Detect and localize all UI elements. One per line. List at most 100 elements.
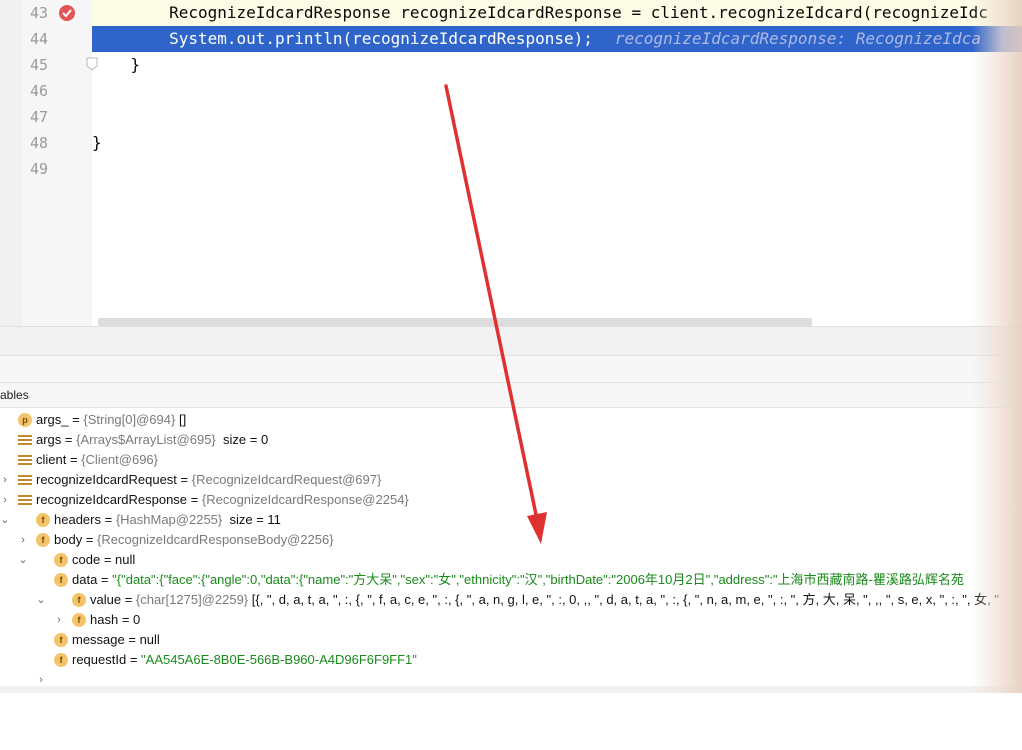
field-icon: f [72, 593, 86, 607]
var-value: null [139, 632, 160, 647]
var-name: client [36, 452, 67, 467]
tree-row-body[interactable]: ⌄ f body = {RecognizeIdcardResponseBody@… [0, 530, 333, 566]
var-name: args [36, 432, 62, 447]
horizontal-scrollbar[interactable] [98, 318, 812, 326]
variables-panel-title: ables [0, 388, 29, 402]
var-name: body [54, 532, 83, 547]
var-type: {Client@696} [81, 452, 158, 467]
tree-row-recognizeIdcardResponse[interactable]: ⌄ recognizeIdcardResponse = {RecognizeId… [0, 490, 408, 526]
var-equals: = [126, 652, 142, 667]
var-type: {RecognizeIdcardResponseBody@2256} [97, 532, 334, 547]
tree-row-message[interactable]: f message = null [0, 630, 160, 650]
code-line[interactable] [92, 78, 1022, 104]
chevron-down-icon[interactable]: ⌄ [18, 550, 28, 570]
code-text: } [92, 133, 102, 152]
line-number: 48 [29, 134, 48, 152]
var-name: recognizeIdcardRequest [36, 472, 177, 487]
var-equals: = [176, 472, 192, 487]
tree-row-args_[interactable]: p args_ = {String[0]@694} [] [0, 410, 186, 430]
var-name: recognizeIdcardResponse [36, 492, 188, 507]
tree-row-args[interactable]: args = {Arrays$ArrayList@695} size = 0 [0, 430, 268, 450]
field-icon: f [54, 573, 68, 587]
var-equals: = [82, 532, 98, 547]
line-number: 49 [29, 160, 48, 178]
line-number: 43 [29, 4, 48, 22]
var-value: [{, ", d, a, t, a, ", :, {, ", f, a, c, … [248, 592, 999, 607]
var-equals: = [61, 432, 77, 447]
code-text: } [92, 55, 141, 74]
var-name: requestId [72, 652, 127, 667]
variables-panel-header: ables [0, 383, 1022, 408]
var-type: {RecognizeIdcardRequest@697} [191, 472, 382, 487]
var-name: headers [54, 512, 101, 527]
code-line[interactable]: } [92, 130, 1022, 156]
inline-debug-hint: recognizeIdcardResponse: RecognizeIdca [614, 29, 981, 48]
field-icon: f [54, 653, 68, 667]
var-value: 0 [133, 612, 141, 627]
tree-row-data[interactable]: ⌄ f data = "{"data":{"face":{"angle":0,"… [0, 570, 964, 606]
var-value: "{"data":{"face":{"angle":0,"data":{"nam… [112, 572, 964, 587]
var-equals: = [124, 632, 140, 647]
var-value: [] [175, 412, 187, 427]
chevron-down-icon[interactable]: ⌄ [36, 590, 46, 610]
code-line[interactable]: RecognizeIdcardResponse recognizeIdcardR… [92, 0, 1022, 26]
list-icon [18, 433, 32, 447]
var-equals: = [97, 572, 113, 587]
var-equals: = [118, 612, 134, 627]
code-editor[interactable]: 43 44 45 46 47 48 49 RecognizeIdcardResp… [0, 0, 1022, 326]
var-equals: = [100, 552, 116, 567]
line-number: 46 [29, 82, 48, 100]
field-icon: f [36, 513, 50, 527]
var-type: {Arrays$ArrayList@695} [76, 432, 216, 447]
var-name: code [72, 552, 101, 567]
var-equals: = [121, 592, 136, 607]
line-number: 44 [29, 30, 48, 48]
code-line[interactable] [92, 104, 1022, 130]
tree-row-hash[interactable]: f hash = 0 [0, 610, 140, 630]
tree-row-headers[interactable]: › f headers = {HashMap@2255} size = 11 [0, 510, 281, 546]
code-line-selected[interactable]: System.out.println(recognizeIdcardRespon… [92, 26, 1022, 52]
var-equals: = [68, 412, 84, 427]
status-strip [0, 686, 1022, 693]
annotation-arrow-head [527, 512, 547, 544]
var-name: hash [90, 612, 119, 627]
var-equals: = [187, 492, 202, 507]
panel-divider[interactable] [0, 326, 1022, 356]
field-icon: f [36, 533, 50, 547]
var-equals: = [66, 452, 82, 467]
var-name: args_ [36, 412, 69, 427]
code-line[interactable]: } [92, 52, 1022, 78]
line-number: 45 [29, 56, 48, 74]
var-name: message [72, 632, 125, 647]
debug-toolbar [0, 356, 1022, 383]
chevron-right-icon[interactable]: › [18, 530, 28, 550]
list-icon [18, 473, 32, 487]
var-equals: = [100, 512, 116, 527]
var-type: {String[0]@694} [83, 412, 176, 427]
var-type: {HashMap@2255} [115, 512, 223, 527]
field-icon: f [54, 633, 68, 647]
var-type: {RecognizeIdcardResponse@2254} [201, 492, 409, 507]
tree-row-code[interactable]: f code = null [0, 550, 135, 570]
var-value: size = 0 [215, 432, 269, 447]
tree-row-client[interactable]: › client = {Client@696} [0, 450, 158, 486]
code-line[interactable] [92, 156, 1022, 182]
list-icon [18, 493, 32, 507]
var-type: {char[1275]@2259} [135, 592, 249, 607]
chevron-right-icon[interactable]: › [54, 610, 64, 630]
tree-row-recognizeIdcardRequest[interactable]: › recognizeIdcardRequest = {RecognizeIdc… [0, 470, 381, 506]
field-icon: f [54, 553, 68, 567]
list-icon [18, 453, 32, 467]
var-value: "AA545A6E-8B0E-566B-B960-A4D96F6F9FF1" [141, 652, 417, 667]
tree-row-requestId[interactable]: › f requestId = "AA545A6E-8B0E-566B-B960… [0, 650, 417, 686]
code-text: System.out.println(recognizeIdcardRespon… [92, 29, 593, 48]
var-value: size = 11 [222, 512, 281, 527]
var-name: value [90, 592, 122, 607]
code-text: RecognizeIdcardResponse recognizeIdcardR… [92, 3, 988, 22]
tree-row-value[interactable]: › f value = {char[1275]@2259} [{, ", d, … [0, 590, 999, 626]
var-value: null [115, 552, 136, 567]
breakpoint-check-icon[interactable] [58, 4, 76, 22]
var-name: data [72, 572, 98, 587]
field-icon: f [72, 613, 86, 627]
parameter-icon: p [18, 413, 32, 427]
